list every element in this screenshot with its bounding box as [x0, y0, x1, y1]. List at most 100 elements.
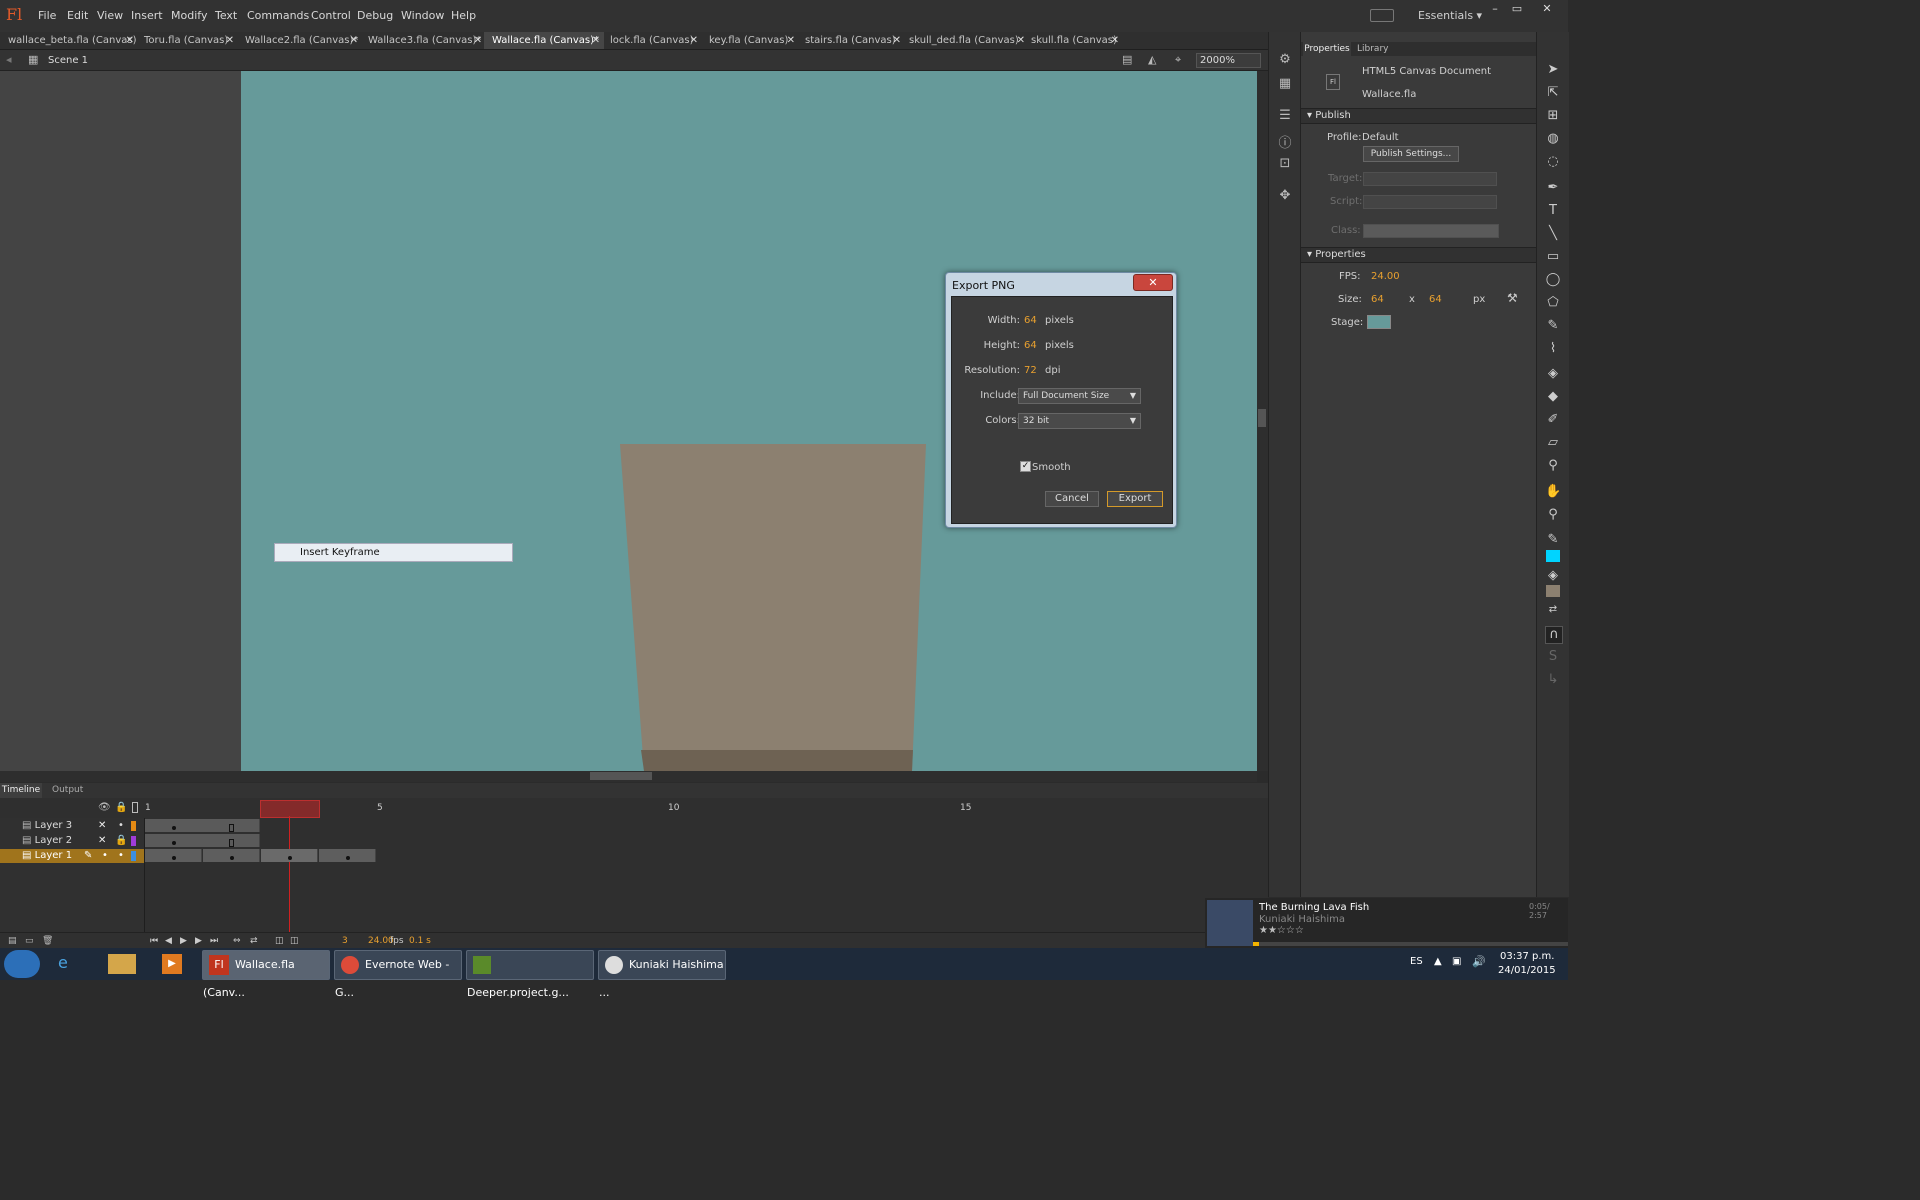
selection-tool-icon[interactable]: ➤ [1545, 62, 1561, 78]
zoom-select[interactable]: 2000%▾ [1196, 53, 1274, 68]
free-transform-tool-icon[interactable]: ⊞ [1545, 108, 1561, 124]
center-frame-icon[interactable]: ⇄ [250, 933, 258, 949]
width-value[interactable]: 64 [1024, 315, 1037, 326]
workspace-switcher[interactable]: Essentials ▾ [1418, 9, 1482, 22]
tab-key[interactable]: key.fla (Canvas) ✕ [701, 32, 799, 49]
cancel-button[interactable]: Cancel [1045, 491, 1099, 507]
close-window-button[interactable]: ✕ [1538, 2, 1556, 15]
polystar-tool-icon[interactable]: ⬠ [1545, 295, 1561, 311]
eyedropper-tool-icon[interactable]: ✐ [1545, 412, 1561, 428]
fill-color-icon[interactable]: ◈ [1545, 568, 1561, 584]
progress-bar[interactable] [1253, 942, 1568, 946]
tab-skull[interactable]: skull.fla (Canvas) ✕ [1023, 32, 1123, 49]
taskbar-music[interactable]: Kuniaki Haishima ... [598, 950, 726, 999]
components-icon[interactable]: ✥ [1276, 188, 1294, 206]
subselection-tool-icon[interactable]: ⇱ [1545, 85, 1561, 101]
tab-wallace[interactable]: Wallace.fla (Canvas)* ✕ [484, 32, 604, 49]
play-icon[interactable]: ▶ [180, 933, 187, 949]
tab-timeline[interactable]: Timeline [0, 783, 42, 798]
layer-row-2[interactable]: ▤ Layer 2 ✕ 🔒 [0, 834, 144, 848]
tab-toru[interactable]: Toru.fla (Canvas) ✕ [136, 32, 238, 49]
resolution-value[interactable]: 72 [1024, 365, 1037, 376]
restore-button[interactable]: ▭ [1508, 2, 1526, 15]
rectangle-tool-icon[interactable]: ▭ [1545, 249, 1561, 265]
onion-skin-icon[interactable]: ◫ [275, 933, 284, 949]
colors-select[interactable]: 32 bit ▼ [1018, 413, 1141, 429]
keyframe-dot[interactable] [288, 856, 292, 860]
transform-icon[interactable]: ⊡ [1276, 156, 1294, 174]
goto-first-icon[interactable]: ⏮ [150, 933, 158, 949]
publish-settings-button[interactable]: Publish Settings... [1363, 146, 1459, 162]
new-layer-icon[interactable]: ▤ [8, 933, 17, 949]
step-forward-icon[interactable]: ▶ [195, 933, 202, 949]
tab-library[interactable]: Library [1357, 42, 1388, 56]
goto-last-icon[interactable]: ⏭ [210, 933, 218, 949]
keyframe-dot[interactable] [230, 856, 234, 860]
rating-stars[interactable]: ★★☆☆☆ [1259, 925, 1304, 936]
zoom-tool-icon[interactable]: ⚲ [1545, 507, 1561, 523]
vertical-scrollbar[interactable] [1257, 71, 1268, 771]
folder-icon[interactable] [108, 954, 136, 974]
horizontal-scrollbar[interactable] [0, 771, 1257, 782]
include-select[interactable]: Full Document Size ▼ [1018, 388, 1141, 404]
minimize-button[interactable]: – [1486, 2, 1504, 15]
clock-date[interactable]: 24/01/2015 [1498, 965, 1556, 976]
pen-tool-icon[interactable]: ✒ [1545, 180, 1561, 196]
dialog-close-button[interactable]: ✕ [1133, 274, 1173, 291]
align-icon[interactable]: ☰ [1276, 108, 1294, 126]
layer2-frames[interactable] [145, 834, 260, 847]
clock-time[interactable]: 03:37 p.m. [1500, 951, 1554, 962]
keyframe-dot[interactable] [172, 826, 176, 830]
layer-row-3[interactable]: ▤ Layer 3 ✕ • [0, 819, 144, 833]
text-tool-icon[interactable]: T [1545, 203, 1561, 219]
new-folder-icon[interactable]: ▭ [25, 933, 34, 949]
edit-symbols-icon[interactable]: ◭ [1148, 53, 1156, 66]
menu-modify[interactable]: Modify [171, 9, 207, 22]
menu-debug[interactable]: Debug [357, 9, 393, 22]
stage-color-swatch[interactable] [1367, 315, 1391, 329]
tab-wallace3[interactable]: Wallace3.fla (Canvas)* ✕ [360, 32, 486, 49]
hand-tool-icon[interactable]: ✋ [1545, 484, 1561, 500]
onion-outline-icon[interactable]: ◫ [290, 933, 299, 949]
stroke-color-icon[interactable]: ✎ [1545, 532, 1561, 548]
line-tool-icon[interactable]: ╲ [1545, 226, 1561, 242]
menu-file[interactable]: File [38, 9, 56, 22]
brush-tool-icon[interactable]: ⌇ [1545, 341, 1561, 357]
taskbar-flash[interactable]: Fl Wallace.fla (Canv... [202, 950, 330, 999]
color-icon[interactable]: ▦ [1276, 76, 1294, 94]
menu-insert[interactable]: Insert [131, 9, 163, 22]
layer3-frames[interactable] [145, 819, 260, 832]
keyframe-dot[interactable] [346, 856, 350, 860]
publish-section[interactable]: ▾ Publish [1301, 108, 1537, 124]
playhead-marker[interactable] [260, 800, 320, 818]
language-indicator[interactable]: ES [1410, 956, 1423, 967]
info-icon[interactable]: ⓘ [1276, 132, 1294, 151]
menu-control[interactable]: Control [311, 9, 351, 22]
smooth-checkbox[interactable]: ✓ [1020, 461, 1031, 472]
paint-bucket-tool-icon[interactable]: ◈ [1545, 366, 1561, 382]
menu-text[interactable]: Text [215, 9, 237, 22]
keyframe-dot[interactable] [172, 856, 176, 860]
context-menu-insert-keyframe[interactable]: Insert Keyframe [274, 543, 513, 562]
media-icon[interactable]: ▶ [162, 954, 182, 974]
size-height-value[interactable]: 64 [1429, 294, 1442, 305]
bone-tool-icon[interactable]: ⚲ [1545, 458, 1561, 474]
tray-arrow-icon[interactable]: ▲ [1434, 956, 1442, 967]
wrench-icon[interactable]: ⚒ [1507, 291, 1518, 305]
lasso-tool-icon[interactable]: ◌ [1545, 154, 1561, 170]
scroll-thumb[interactable] [590, 772, 652, 780]
tab-wallace2[interactable]: Wallace2.fla (Canvas)* ✕ [237, 32, 362, 49]
menu-help[interactable]: Help [451, 9, 476, 22]
edit-scene-icon[interactable]: ▤ [1122, 53, 1132, 66]
taskbar-chrome[interactable]: Evernote Web - G... [334, 950, 462, 999]
tab-properties[interactable]: Properties [1303, 42, 1351, 56]
step-back-icon[interactable]: ◀ [165, 933, 172, 949]
elapsed-time[interactable]: 0.1 s [409, 933, 431, 949]
eraser-tool-icon[interactable]: ▱ [1545, 435, 1561, 451]
tab-stairs[interactable]: stairs.fla (Canvas) ✕ [797, 32, 905, 49]
back-arrow-icon[interactable]: ◂ [6, 53, 12, 66]
outline-icon[interactable] [132, 802, 138, 813]
ie-icon[interactable]: e [58, 953, 68, 972]
sync-icon[interactable] [1370, 9, 1394, 22]
pencil-tool-icon[interactable]: ✎ [1545, 318, 1561, 334]
